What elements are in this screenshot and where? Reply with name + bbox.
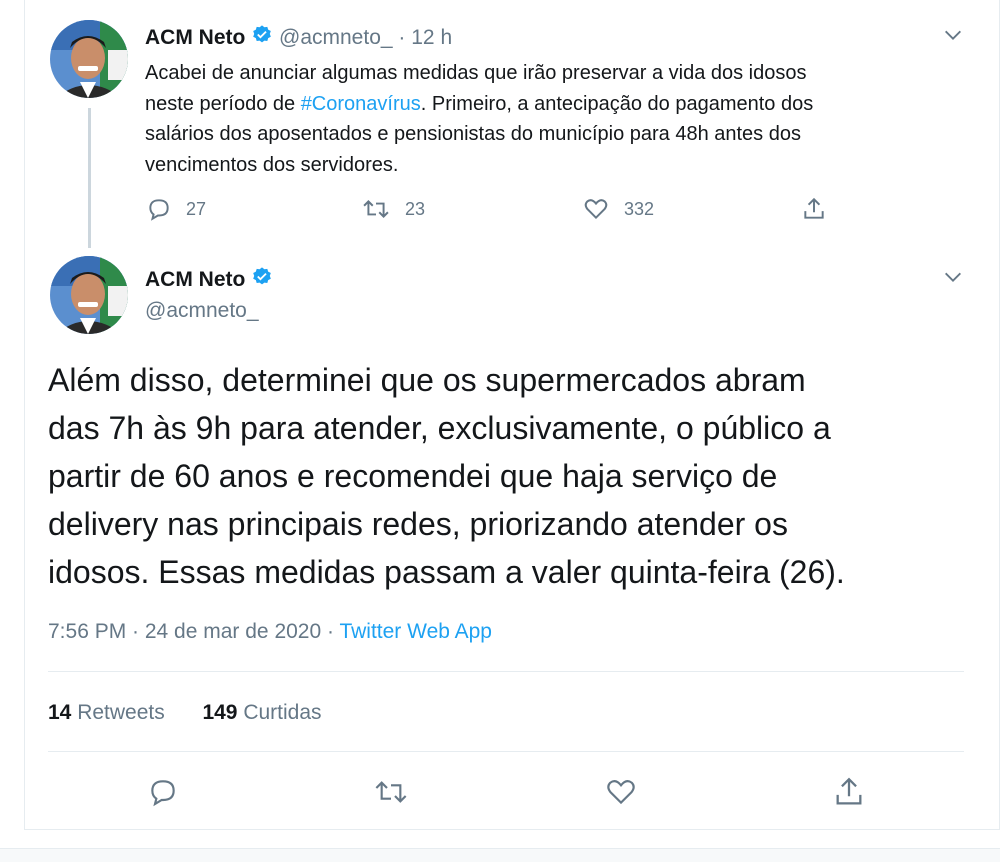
thread-connector-line [88, 108, 91, 248]
retweet-count: 23 [405, 198, 426, 219]
divider [48, 671, 964, 672]
share-button[interactable] [800, 196, 842, 222]
retweet-icon [363, 200, 389, 218]
reply-button[interactable]: 27 [146, 196, 206, 222]
like-button[interactable]: 332 [582, 196, 654, 222]
handle[interactable]: @acmneto_ [279, 26, 393, 49]
reply-icon [149, 199, 169, 221]
avatar[interactable] [50, 256, 128, 334]
share-button[interactable] [831, 775, 881, 809]
reply-button[interactable] [146, 776, 194, 808]
handle[interactable]: @acmneto_ [145, 298, 259, 324]
retweet-button[interactable]: 23 [361, 196, 425, 222]
tweet-text: Acabei de anunciar algumas medidas que i… [145, 58, 965, 180]
tweet-text-line: vencimentos dos servidores. [145, 153, 399, 176]
likes-label: Curtidas [243, 701, 322, 724]
timestamp[interactable]: 7:56 PM · 24 de mar de 2020 · [48, 620, 339, 643]
verified-badge-icon [251, 24, 273, 53]
tweet-body-line: Além disso, determinei que os supermerca… [48, 362, 806, 398]
retweets-label: Retweets [77, 701, 165, 724]
likes-stat[interactable]: 149 Curtidas [202, 701, 321, 724]
page-bottom-edge [0, 848, 1000, 862]
tweet-meta: 7:56 PM · 24 de mar de 2020 · Twitter We… [48, 618, 492, 646]
like-button[interactable] [603, 776, 653, 808]
tweet-body-line: idosos. Essas medidas passam a valer qui… [48, 554, 845, 590]
tweet-body-line: delivery nas principais redes, priorizan… [48, 506, 788, 542]
retweet-icon [375, 781, 407, 803]
source-link[interactable]: Twitter Web App [339, 620, 492, 643]
tweet-body-line: partir de 60 anos e recomendei que haja … [48, 458, 778, 494]
heart-icon [607, 780, 635, 805]
tweet-text-line: salários dos aposentados e pensionistas … [145, 123, 801, 145]
text-segment: . Primeiro, a antecipação do pagamento d… [420, 92, 814, 115]
tweet-text-line: Acabei de anunciar algumas medidas que i… [145, 62, 807, 84]
tweet-text-line: neste período de #Coronavírus. Primeiro,… [145, 89, 965, 120]
tweet-body-line: das 7h às 9h para atender, exclusivament… [48, 410, 831, 446]
chevron-down-icon[interactable] [942, 266, 964, 288]
reply-count: 27 [186, 198, 207, 219]
retweets-count: 14 [48, 701, 72, 724]
share-icon [804, 197, 824, 219]
likes-count: 149 [202, 701, 238, 724]
verified-badge-icon [251, 266, 273, 295]
display-name[interactable]: ACM Neto [145, 26, 245, 49]
retweets-stat[interactable]: 14 Retweets [48, 701, 165, 724]
tweet-header: ACM Neto @acmneto_ · 12 h [145, 24, 452, 53]
heart-icon [584, 199, 608, 220]
chevron-down-icon[interactable] [942, 24, 964, 46]
reply-icon [151, 780, 175, 807]
divider [48, 751, 964, 752]
tweet-header: ACM Neto [145, 266, 273, 295]
share-icon [836, 777, 862, 805]
text-segment: neste período de [145, 92, 301, 115]
tweet-time[interactable]: 12 h [411, 26, 452, 49]
separator-dot: · [398, 26, 406, 50]
avatar[interactable] [50, 20, 128, 98]
display-name[interactable]: ACM Neto [145, 268, 245, 291]
engagement-stats: 14 Retweets 149 Curtidas [48, 699, 322, 727]
retweet-button[interactable] [372, 776, 424, 808]
hashtag-link[interactable]: #Coronavírus [301, 93, 421, 115]
tweet-body: Além disso, determinei que os supermerca… [48, 356, 968, 596]
like-count: 332 [624, 198, 655, 219]
